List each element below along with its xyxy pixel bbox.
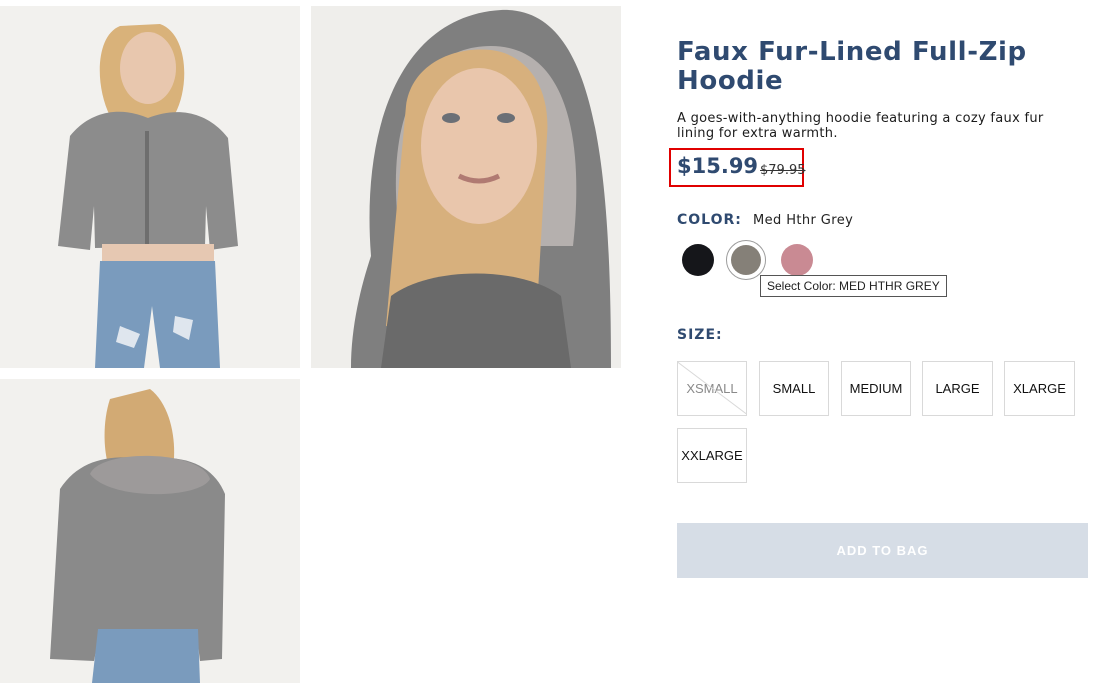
size-option-xsmall[interactable]: XSMALL xyxy=(677,361,747,416)
selected-color-name: Med Hthr Grey xyxy=(753,213,854,228)
color-label: COLOR: xyxy=(677,212,742,228)
sale-price: $15.99 xyxy=(677,154,759,178)
color-swatch-pink[interactable] xyxy=(781,244,813,276)
product-image-closeup-graphic xyxy=(311,6,621,368)
color-swatch-med-hthr-grey[interactable] xyxy=(731,245,761,275)
color-swatch-black[interactable] xyxy=(682,244,714,276)
product-image-back-graphic xyxy=(0,379,300,683)
original-price: $79.95 xyxy=(760,163,806,178)
size-option-xlarge[interactable]: XLARGE xyxy=(1004,361,1075,416)
size-option-large[interactable]: LARGE xyxy=(922,361,993,416)
product-image-closeup[interactable] xyxy=(311,6,621,368)
size-label: SIZE: xyxy=(677,327,723,343)
size-option-small[interactable]: SMALL xyxy=(759,361,829,416)
product-image-front[interactable] xyxy=(0,6,300,368)
product-description: A goes-with-anything hoodie featuring a … xyxy=(677,111,1044,141)
add-to-bag-button[interactable]: ADD TO BAG xyxy=(677,523,1088,578)
product-image-front-graphic xyxy=(0,6,300,368)
size-option-medium[interactable]: MEDIUM xyxy=(841,361,911,416)
product-title: Faux Fur-Lined Full-Zip Hoodie xyxy=(677,37,1027,96)
size-option-xxlarge[interactable]: XXLARGE xyxy=(677,428,747,483)
color-tooltip: Select Color: MED HTHR GREY xyxy=(760,275,947,297)
product-image-back[interactable] xyxy=(0,379,300,683)
